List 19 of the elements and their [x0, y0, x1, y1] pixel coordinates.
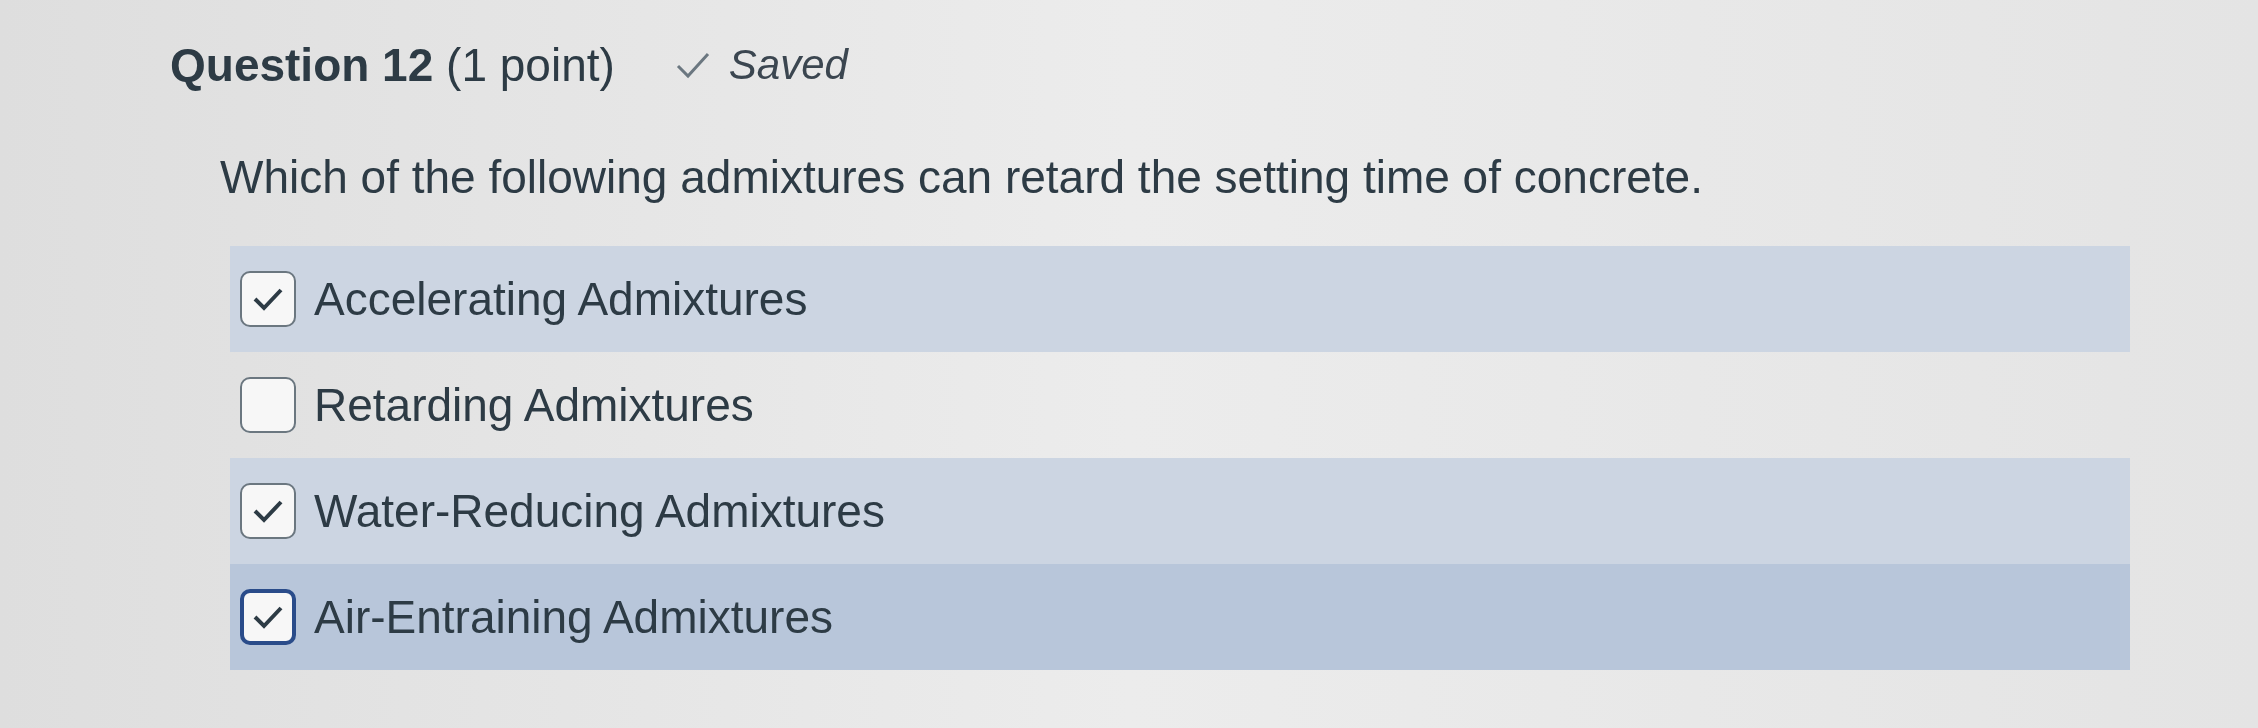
checkmark-icon [252, 286, 284, 312]
option-label: Accelerating Admixtures [314, 272, 808, 326]
checkbox[interactable] [240, 483, 296, 539]
checkbox[interactable] [240, 377, 296, 433]
checkbox[interactable] [240, 271, 296, 327]
answer-option[interactable]: Accelerating Admixtures [230, 246, 2130, 352]
answer-option[interactable]: Air-Entraining Admixtures [230, 564, 2130, 670]
answer-option[interactable]: Retarding Admixtures [230, 352, 2130, 458]
option-label: Air-Entraining Admixtures [314, 590, 833, 644]
check-icon [674, 50, 711, 80]
question-prompt: Which of the following admixtures can retard the setting time of concrete. [220, 150, 1704, 204]
checkmark-icon [252, 498, 284, 524]
saved-status: Saved [728, 41, 848, 89]
checkbox[interactable] [240, 589, 296, 645]
checkmark-icon [252, 604, 284, 630]
option-label: Water-Reducing Admixtures [314, 484, 885, 538]
answer-option[interactable]: Water-Reducing Admixtures [230, 458, 2130, 564]
question-title: Question 12 (1 point) [170, 38, 615, 92]
option-label: Retarding Admixtures [314, 378, 754, 432]
